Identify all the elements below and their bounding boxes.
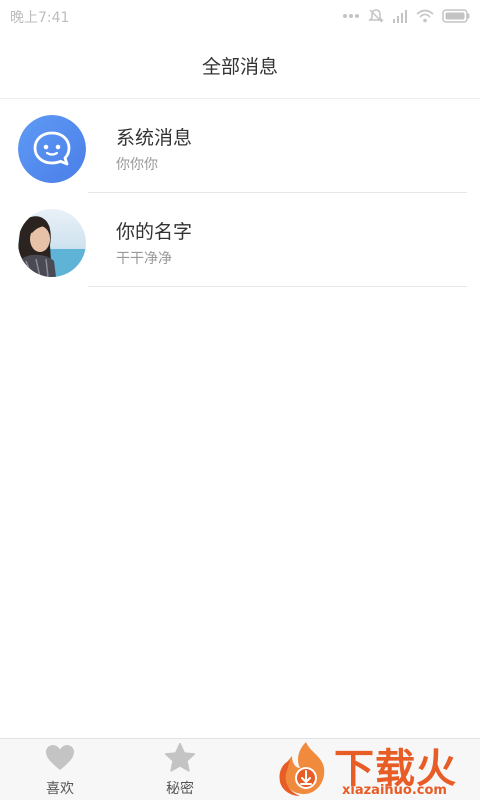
divider — [88, 286, 467, 287]
mute-icon — [368, 8, 384, 24]
watermark: 下载火 xiazaihuo.com — [270, 736, 480, 800]
page-title: 全部消息 — [201, 56, 278, 78]
message-title: 系统消息 — [116, 127, 193, 149]
wifi-icon — [416, 9, 434, 23]
app-screen: 晚上7:41 全部消息 系统消息 你你你 你的名字 干干净净 喜欢 秘密 下载火… — [0, 0, 480, 800]
system-bot-avatar — [18, 115, 86, 183]
star-icon — [164, 742, 196, 774]
message-preview: 你你你 — [116, 157, 158, 173]
status-bar: 晚上7:41 — [0, 0, 480, 32]
tab-label: 秘密 — [166, 781, 194, 797]
battery-icon — [442, 9, 470, 23]
list-item-system-message[interactable]: 系统消息 你你你 — [0, 99, 480, 193]
flame-logo-icon — [276, 740, 336, 800]
user-photo-avatar — [18, 209, 86, 277]
list-item-user-message[interactable]: 你的名字 干干净净 — [0, 193, 480, 287]
tab-label: 喜欢 — [46, 781, 74, 797]
cellular-icon — [392, 9, 408, 23]
message-list: 系统消息 你你你 你的名字 干干净净 — [0, 99, 480, 287]
status-time: 晚上7:41 — [10, 10, 70, 26]
message-title: 你的名字 — [116, 221, 193, 243]
status-icons — [342, 7, 470, 25]
heart-icon — [44, 742, 76, 774]
page-header: 全部消息 — [0, 32, 480, 99]
watermark-url: xiazaihuo.com — [342, 783, 447, 798]
tab-like[interactable]: 喜欢 — [0, 739, 120, 800]
signal-icon — [342, 13, 360, 19]
tab-secret[interactable]: 秘密 — [120, 739, 240, 800]
message-preview: 干干净净 — [116, 251, 172, 267]
